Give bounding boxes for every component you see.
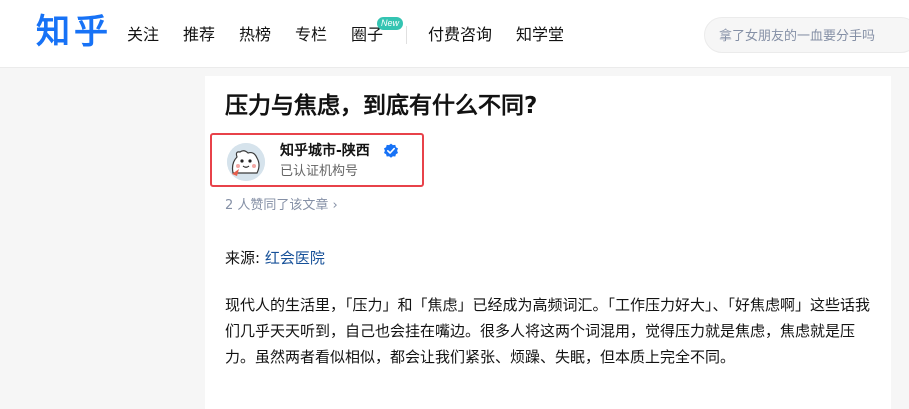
author-description: 已认证机构号 [280,164,359,179]
nav-follow[interactable]: 关注 [127,24,159,46]
top-navigation-bar: 知乎 关注 推荐 热榜 专栏 圈子 New 付费咨询 知学堂 [0,0,909,68]
nav-hot[interactable]: 热榜 [239,24,271,46]
nav-divider [406,26,407,44]
author-avatar[interactable] [227,143,265,181]
article-source: 来源: 红会医院 [225,247,325,269]
source-link[interactable]: 红会医院 [265,249,325,267]
nav-zhixuetang[interactable]: 知学堂 [516,24,564,46]
search-box[interactable] [704,17,909,53]
nav-paid-consult[interactable]: 付费咨询 [428,24,492,46]
new-badge: New [377,17,404,30]
chevron-right-icon: › [332,198,338,213]
nav-column[interactable]: 专栏 [295,24,327,46]
likes-count-link[interactable]: 2 人赞同了该文章 › [225,197,338,215]
nav-recommend[interactable]: 推荐 [183,24,215,46]
article-paragraph: 现代人的生活里，「压力」和「焦虑」已经成为高频词汇。「工作压力好大」、「好焦虑啊… [225,296,871,366]
zhihu-logo[interactable]: 知乎 [36,12,112,52]
author-name[interactable]: 知乎城市-陕西 [280,141,370,161]
verified-check-icon [384,143,398,158]
article-title: 压力与焦虑，到底有什么不同? [225,93,538,119]
source-label: 来源: [225,249,261,267]
avatar-mascot-icon [227,143,265,181]
author-info-highlight: 知乎城市-陕西 已认证机构号 [210,133,424,187]
search-input[interactable] [719,25,909,47]
article-card: 压力与焦虑，到底有什么不同? 知乎城市-陕西 已认证机构号 2 人赞同了该文章 … [205,76,891,409]
likes-text: 2 人赞同了该文章 [225,198,329,213]
